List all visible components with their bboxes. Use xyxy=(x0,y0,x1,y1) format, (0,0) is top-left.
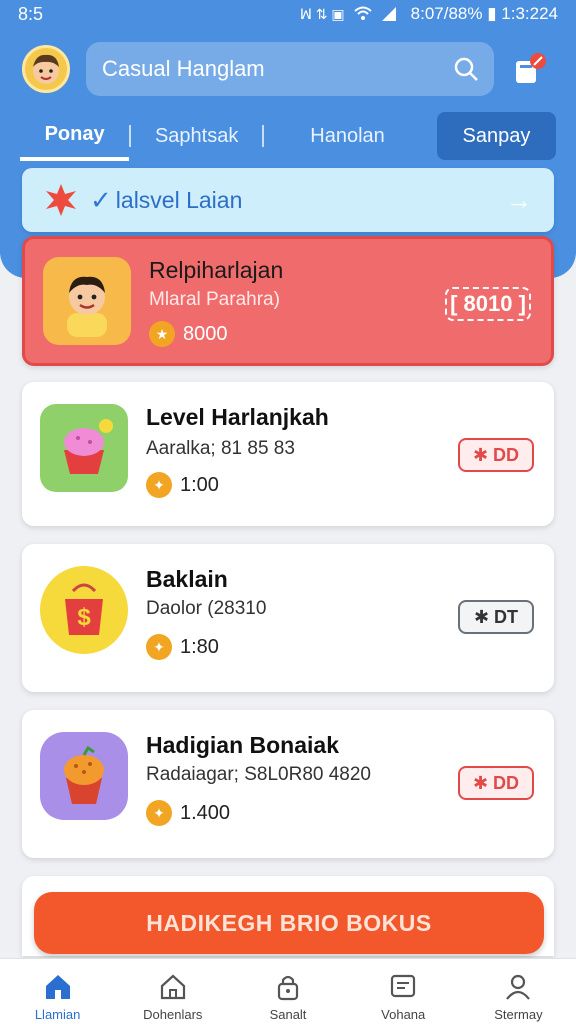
profile-icon xyxy=(506,974,531,1000)
coin-icon: ★ xyxy=(149,321,175,347)
top-row: Casual Hanglam xyxy=(22,42,554,96)
cupcake-icon xyxy=(64,419,113,474)
nav-label: Dohenlars xyxy=(143,1007,203,1022)
nav-item-stermay[interactable]: Stermay xyxy=(461,959,576,1024)
card-badge[interactable]: ✱ DT xyxy=(458,600,534,634)
nav-label: Stermay xyxy=(494,1007,543,1022)
banner-label: lalsvel Laian xyxy=(115,186,243,213)
card-reward: ✦ 1:00 xyxy=(146,472,219,498)
nav-label: Llamian xyxy=(34,1007,81,1022)
search-icon[interactable] xyxy=(452,55,480,83)
burst-icon xyxy=(46,184,76,216)
status-bar: 8:5 ꟽ ⇅ ▣ 8:07/88% ▮ 1:3:224 xyxy=(0,0,576,28)
boy-avatar-icon xyxy=(33,54,59,84)
tab-ponay[interactable]: Ponay xyxy=(20,111,130,161)
task-card[interactable]: Level Harlanjkah Aaralka; 81 85 83 ✦ 1:0… xyxy=(22,382,554,526)
reward-value: 1:00 xyxy=(180,473,219,496)
coin-icon: ✦ xyxy=(146,800,172,826)
muffin-thumbnail xyxy=(40,732,128,820)
wifi-icon xyxy=(353,6,372,20)
search-bar[interactable]: Casual Hanglam xyxy=(86,42,494,96)
card-badge[interactable]: ✱ DD xyxy=(458,438,534,472)
card-subtitle: Daolor (28310 xyxy=(146,598,267,619)
card-subtitle: Radaiagar; S8L0R80 4820 xyxy=(146,764,372,785)
reward-value: 1.400 xyxy=(180,801,231,824)
chat-icon xyxy=(391,974,416,998)
tab-sanpay[interactable]: Sanpay xyxy=(436,112,556,160)
task-card[interactable]: $ Baklain Daolor (28310 ✦ 1:80 ✱ DT xyxy=(22,544,554,692)
notification-button[interactable] xyxy=(512,51,548,87)
card-title: Hadigian Bonaiak xyxy=(146,732,339,758)
bottom-nav: Llamian Dohenlars Sanalt Vohana Stermay xyxy=(0,958,576,1024)
home-outline-icon xyxy=(160,974,185,1000)
nav-item-vohana[interactable]: Vohana xyxy=(346,959,461,1024)
card-reward: ✦ 1:80 xyxy=(146,634,219,660)
status-time: 8:5 xyxy=(18,3,44,24)
nav-label: Vohana xyxy=(381,1007,426,1022)
card-subtitle: Aaralka; 81 85 83 xyxy=(146,438,295,459)
coin-icon: ✦ xyxy=(146,472,172,498)
card-reward: ★ 8000 xyxy=(149,321,228,347)
card-reward: ✦ 1.400 xyxy=(146,800,230,826)
battery-readout: 8:07/88% ▮ 1:3:224 xyxy=(410,4,558,23)
app-title: Casual Hanglam xyxy=(102,56,265,81)
notification-icon xyxy=(516,53,546,83)
nav-item-llamian[interactable]: Llamian xyxy=(0,959,115,1024)
card-title: Relpiharlajan xyxy=(149,257,284,283)
avatar[interactable] xyxy=(22,45,70,93)
boy-thumbnail xyxy=(43,257,131,345)
home-icon xyxy=(45,975,70,999)
check-icon: ✓ xyxy=(90,184,112,215)
card-badge[interactable]: [ 8010 ] xyxy=(445,287,531,321)
tab-hanolan[interactable]: Hanolan xyxy=(264,111,431,161)
boy-icon xyxy=(67,276,107,337)
nav-label: Sanalt xyxy=(269,1007,307,1022)
cupcake-thumbnail xyxy=(40,404,128,492)
arrow-right-icon[interactable]: → xyxy=(506,185,532,216)
card-badge[interactable]: ✱ DD xyxy=(458,766,534,800)
tab-bar: Ponay Saphtsak Hanolan Sanpay xyxy=(20,108,556,164)
money-bag-icon: $ xyxy=(65,583,103,635)
tab-saphtsak[interactable]: Saphtsak xyxy=(131,111,262,161)
card-title: Level Harlanjkah xyxy=(146,404,329,430)
card-subtitle: Mlaral Parahra) xyxy=(149,289,280,310)
lock-icon xyxy=(277,975,299,1001)
level-banner[interactable]: ✓ lalsvel Laian → xyxy=(22,168,554,232)
bonus-button[interactable]: HADIKEGH BRIO BOKUS xyxy=(34,892,544,954)
task-card[interactable]: Hadigian Bonaiak Radaiagar; S8L0R80 4820… xyxy=(22,710,554,858)
nav-item-dohenlars[interactable]: Dohenlars xyxy=(115,959,230,1024)
muffin-icon xyxy=(64,745,104,804)
bag-thumbnail: $ xyxy=(40,566,128,654)
svg-text:$: $ xyxy=(77,604,91,631)
signal-icons: ꟽ ⇅ ▣ xyxy=(299,5,345,22)
status-icons: ꟽ ⇅ ▣ 8:07/88% ▮ 1:3:224 xyxy=(300,4,558,24)
reward-value: 8000 xyxy=(183,322,228,345)
cell-signal-icon xyxy=(381,7,396,21)
reward-value: 1:80 xyxy=(180,635,219,658)
nav-item-sanalt[interactable]: Sanalt xyxy=(230,959,345,1024)
coin-icon: ✦ xyxy=(146,634,172,660)
card-title: Baklain xyxy=(146,566,228,592)
task-card-highlighted[interactable]: Relpiharlajan Mlaral Parahra) ★ 8000 [ 8… xyxy=(22,236,554,366)
